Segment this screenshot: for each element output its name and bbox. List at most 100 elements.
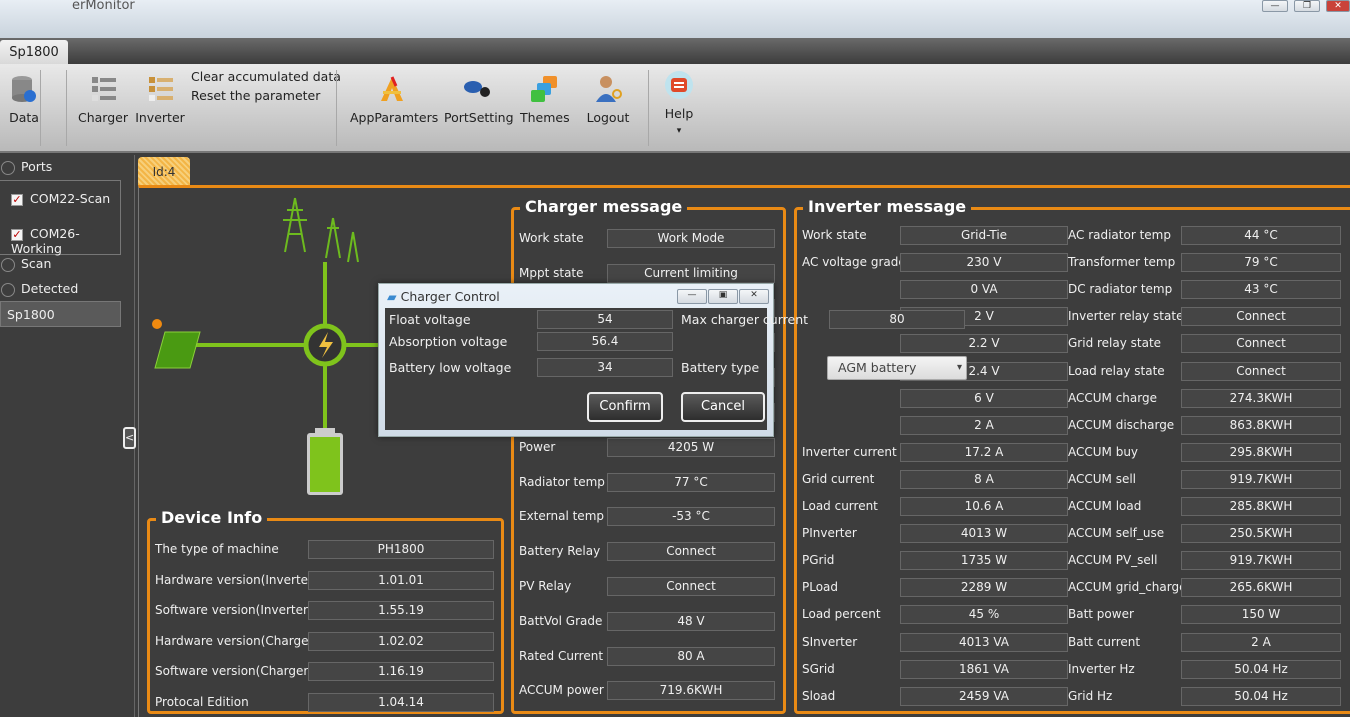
detected-device-sp1800[interactable]: Sp1800 xyxy=(0,301,121,327)
checkbox-checked-icon[interactable]: ✓ xyxy=(11,228,23,241)
logout-label: Logout xyxy=(586,110,630,125)
field-label: Work state xyxy=(802,228,867,242)
field-label: Inverter current xyxy=(802,444,897,459)
detected-group-header[interactable]: Detected xyxy=(0,281,78,297)
field-label: Grid relay state xyxy=(1068,336,1162,351)
cancel-button[interactable]: Cancel xyxy=(681,392,765,422)
max-charger-current-input[interactable]: 80 xyxy=(829,310,965,329)
field-label: Load relay state xyxy=(1068,363,1165,378)
field-value: 4013 VA xyxy=(900,632,1068,652)
scan-group-header[interactable]: Scan xyxy=(0,256,51,272)
dialog-body: Float voltage 54 Absorption voltage 56.4… xyxy=(385,308,967,430)
field-label: Grid Hz xyxy=(1068,688,1113,703)
solar-panel-icon xyxy=(152,319,201,369)
battery-type-value: AGM battery xyxy=(838,360,917,375)
field-label: AC voltage grade xyxy=(802,255,906,270)
checklist-icon xyxy=(92,77,116,101)
data-label: Data xyxy=(9,110,39,125)
field-label: The type of machine xyxy=(155,542,279,556)
field-value: 1.16.19 xyxy=(308,662,494,681)
help-icon xyxy=(665,71,693,99)
themes-label: Themes xyxy=(520,110,570,125)
field-label: PGrid xyxy=(802,553,835,568)
battery-type-select[interactable]: AGM battery ▾ xyxy=(827,356,967,380)
ports-label: Ports xyxy=(21,159,53,174)
field-value: Connect xyxy=(1181,361,1341,381)
checklist-icon xyxy=(149,77,173,101)
field-label: ACCUM sell xyxy=(1068,471,1137,486)
close-button[interactable]: ✕ xyxy=(1326,0,1350,12)
help-button[interactable]: Help ▾ xyxy=(660,70,698,136)
logout-button[interactable]: Logout xyxy=(584,74,632,125)
battery-low-voltage-input[interactable]: 34 xyxy=(537,358,673,377)
appparams-button[interactable]: AppParamters xyxy=(350,74,438,125)
device-tab-id4[interactable]: Id:4 xyxy=(138,157,190,185)
app-icon xyxy=(381,76,403,101)
field-label: Load current xyxy=(802,499,878,513)
field-label: BattVol Grade xyxy=(519,613,603,628)
port-item-com26[interactable]: ✓ COM26-Working xyxy=(11,226,120,256)
field-label: PV Relay xyxy=(519,579,572,593)
field-label: Grid current xyxy=(802,471,875,486)
energy-flow-diagram xyxy=(152,197,385,495)
checkbox-checked-icon[interactable]: ✓ xyxy=(11,193,23,206)
collapse-sidebar-button[interactable]: < xyxy=(123,427,136,449)
field-label: Software version(Inverter) xyxy=(155,603,313,617)
field-label: ACCUM PV_sell xyxy=(1068,553,1158,568)
field-label: Battery Relay xyxy=(519,544,601,559)
field-value: 1.55.19 xyxy=(308,601,494,620)
field-value: 265.6KWH xyxy=(1181,578,1341,598)
reset-parameter-button[interactable]: Reset the parameter xyxy=(191,88,320,103)
field-value: 1861 VA xyxy=(900,659,1068,679)
tab-sp1800[interactable]: Sp1800 xyxy=(0,40,68,65)
field-label: ACCUM grid_charge xyxy=(1068,580,1187,595)
plug-gear-icon xyxy=(464,81,490,97)
charger-control-dialog: ▰ Charger Control — ▣ ✕ Float voltage 54… xyxy=(378,283,967,437)
field-value: Grid-Tie xyxy=(900,226,1068,245)
field-label: ACCUM discharge xyxy=(1068,417,1175,432)
field-value: 295.8KWH xyxy=(1181,442,1341,462)
field-value: 230 V xyxy=(900,253,1068,273)
field-label: Power xyxy=(519,439,556,454)
dialog-close-button[interactable]: ✕ xyxy=(739,289,769,304)
maximize-button[interactable]: ❐ xyxy=(1294,0,1320,12)
clear-accumulated-button[interactable]: Clear accumulated data xyxy=(191,69,341,84)
field-label: ACCUM charge xyxy=(1068,390,1157,405)
field-value: Connect xyxy=(1181,307,1341,327)
field-value: Current limiting xyxy=(607,263,775,283)
field-label: Inverter Hz xyxy=(1068,661,1135,676)
charger-button[interactable]: Charger xyxy=(78,74,128,125)
field-value: 50.04 Hz xyxy=(1181,686,1341,706)
field-value: 1.01.01 xyxy=(308,570,494,590)
field-label: Inverter relay state xyxy=(1068,309,1184,324)
portsetting-button[interactable]: PortSetting xyxy=(444,74,514,125)
inverter-button[interactable]: Inverter xyxy=(134,74,186,125)
ports-group-header[interactable]: Ports xyxy=(0,159,52,175)
data-button[interactable]: Data xyxy=(6,74,42,125)
dialog-header: ▰ Charger Control xyxy=(387,289,500,304)
themes-button[interactable]: Themes xyxy=(520,74,570,125)
field-value: PH1800 xyxy=(308,540,494,559)
port-item-com22[interactable]: ✓ COM22-Scan xyxy=(11,191,110,206)
field-label: Rated Current xyxy=(519,648,604,663)
float-voltage-input[interactable]: 54 xyxy=(537,310,673,329)
minimize-button[interactable]: — xyxy=(1262,0,1288,12)
chevron-up-icon xyxy=(1,160,15,175)
confirm-button[interactable]: Confirm xyxy=(587,392,663,422)
field-label: Hardware version(Charger) xyxy=(155,633,319,648)
field-value: 919.7KWH xyxy=(1181,551,1341,571)
ribbon-toolbar: Data Charger Inverter Clear accumulated … xyxy=(0,64,1350,153)
field-value: Connect xyxy=(607,577,775,596)
field-value: 8 A xyxy=(900,469,1068,489)
dialog-maximize-button[interactable]: ▣ xyxy=(708,289,738,304)
chevron-down-icon: ▾ xyxy=(956,362,962,373)
field-value: 10.6 A xyxy=(900,497,1068,516)
dialog-minimize-button[interactable]: — xyxy=(677,289,707,304)
field-value: 919.7KWH xyxy=(1181,469,1341,489)
field-value: 2459 VA xyxy=(900,686,1068,706)
absorption-voltage-input[interactable]: 56.4 xyxy=(537,332,673,351)
charger-message-title: Charger message xyxy=(520,197,688,216)
field-label: ACCUM self_use xyxy=(1068,526,1165,541)
inverter-hub-icon xyxy=(303,323,347,367)
battery-low-voltage-label: Battery low voltage xyxy=(389,360,512,375)
